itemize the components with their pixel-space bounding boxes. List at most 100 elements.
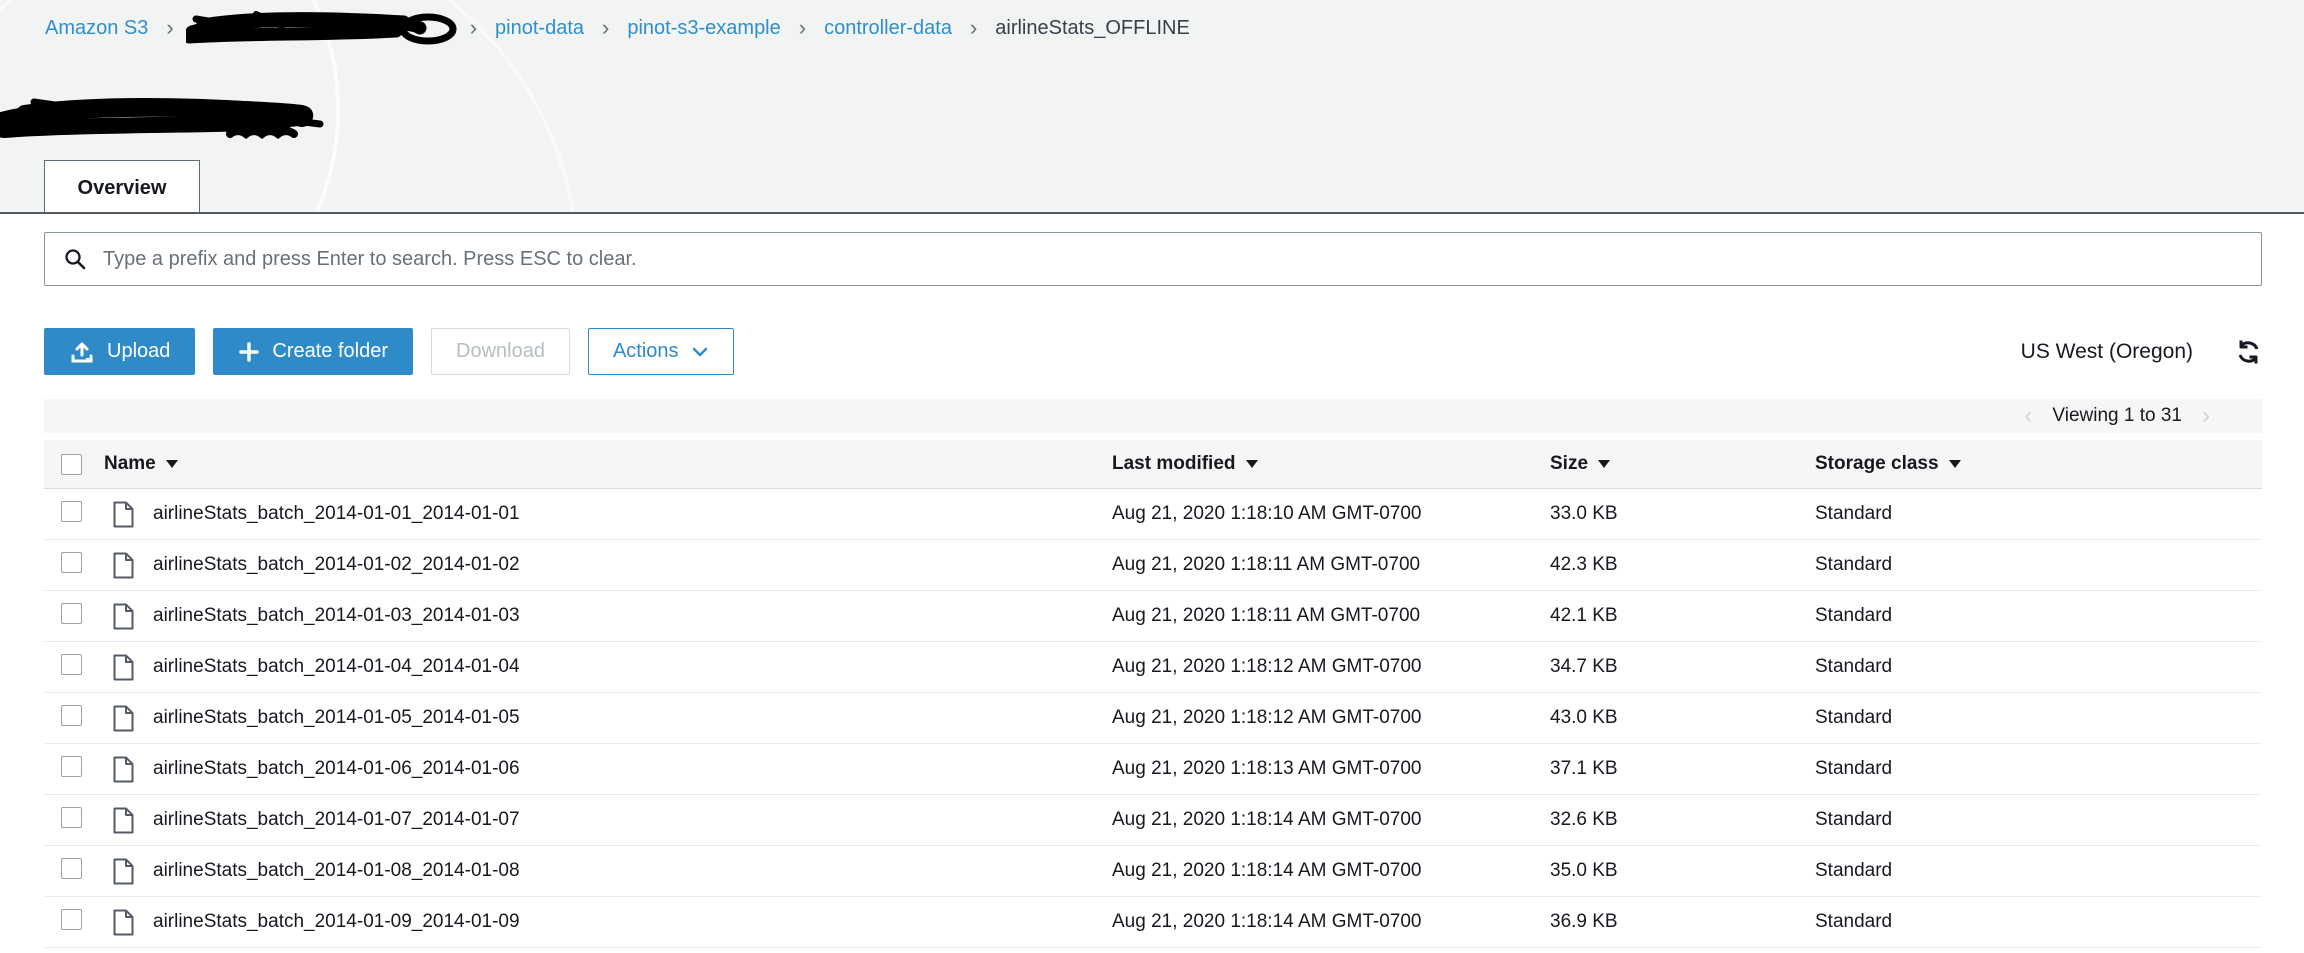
size-cell: 43.0 KB	[1550, 707, 1815, 729]
region-area: US West (Oregon)	[2021, 339, 2262, 365]
name-cell: airlineStats_batch_2014-01-07_2014-01-07	[104, 807, 1112, 834]
table-row[interactable]: airlineStats_batch_2014-01-09_2014-01-09…	[44, 897, 2262, 948]
size-cell: 42.3 KB	[1550, 554, 1815, 576]
object-name[interactable]: airlineStats_batch_2014-01-07_2014-01-07	[153, 809, 520, 831]
file-icon	[112, 858, 135, 885]
name-cell: airlineStats_batch_2014-01-08_2014-01-08	[104, 858, 1112, 885]
storage-class-cell: Standard	[1815, 758, 2262, 780]
table-row[interactable]: airlineStats_batch_2014-01-08_2014-01-08…	[44, 846, 2262, 897]
actions-button[interactable]: Actions	[588, 328, 734, 375]
column-header-name-label: Name	[104, 453, 156, 475]
main-content: Upload Create folder Download Actions	[0, 232, 2304, 948]
object-name[interactable]: airlineStats_batch_2014-01-02_2014-01-02	[153, 554, 520, 576]
create-folder-button[interactable]: Create folder	[213, 328, 413, 375]
breadcrumb-amazon-s3[interactable]: Amazon S3	[45, 17, 148, 40]
table-row[interactable]: airlineStats_batch_2014-01-07_2014-01-07…	[44, 795, 2262, 846]
storage-class-cell: Standard	[1815, 809, 2262, 831]
row-checkbox[interactable]	[61, 807, 82, 828]
breadcrumb-controller-data[interactable]: controller-data	[824, 17, 952, 40]
pagination-prev-button[interactable]: ‹	[2024, 404, 2032, 428]
breadcrumb-separator: ›	[797, 15, 808, 41]
storage-class-cell: Standard	[1815, 605, 2262, 627]
size-cell: 32.6 KB	[1550, 809, 1815, 831]
file-icon	[112, 807, 135, 834]
size-cell: 34.7 KB	[1550, 656, 1815, 678]
redacted-page-title-scribble	[0, 88, 324, 144]
row-checkbox[interactable]	[61, 552, 82, 573]
download-button[interactable]: Download	[431, 328, 570, 375]
column-header-storage-class-label: Storage class	[1815, 453, 1939, 475]
file-icon	[112, 909, 135, 936]
last-modified-cell: Aug 21, 2020 1:18:14 AM GMT-0700	[1112, 911, 1550, 933]
column-header-storage-class[interactable]: Storage class	[1815, 453, 2262, 475]
storage-class-cell: Standard	[1815, 503, 2262, 525]
refresh-button[interactable]	[2235, 339, 2262, 365]
row-checkbox-cell	[44, 909, 104, 936]
last-modified-cell: Aug 21, 2020 1:18:12 AM GMT-0700	[1112, 707, 1550, 729]
object-name[interactable]: airlineStats_batch_2014-01-01_2014-01-01	[153, 503, 520, 525]
last-modified-cell: Aug 21, 2020 1:18:14 AM GMT-0700	[1112, 860, 1550, 882]
size-cell: 37.1 KB	[1550, 758, 1815, 780]
toolbar-buttons: Upload Create folder Download Actions	[44, 328, 734, 375]
upload-button[interactable]: Upload	[44, 328, 195, 375]
tab-overview-label: Overview	[78, 177, 167, 200]
table-row[interactable]: airlineStats_batch_2014-01-06_2014-01-06…	[44, 744, 2262, 795]
storage-class-cell: Standard	[1815, 860, 2262, 882]
tab-overview[interactable]: Overview	[44, 160, 200, 212]
pagination-viewing-text: Viewing 1 to 31	[2052, 405, 2182, 427]
select-all-checkbox[interactable]	[61, 454, 82, 475]
row-checkbox[interactable]	[61, 705, 82, 726]
object-list: airlineStats_batch_2014-01-01_2014-01-01…	[44, 489, 2262, 948]
object-name[interactable]: airlineStats_batch_2014-01-09_2014-01-09	[153, 911, 520, 933]
plus-icon	[238, 341, 260, 363]
row-checkbox[interactable]	[61, 909, 82, 930]
file-icon	[112, 603, 135, 630]
breadcrumb-pinot-data[interactable]: pinot-data	[495, 17, 584, 40]
table-header-row: Name Last modified Size Storage class	[44, 440, 2262, 489]
column-header-name[interactable]: Name	[104, 453, 1112, 475]
object-name[interactable]: airlineStats_batch_2014-01-04_2014-01-04	[153, 656, 520, 678]
row-checkbox[interactable]	[61, 501, 82, 522]
table-row[interactable]: airlineStats_batch_2014-01-01_2014-01-01…	[44, 489, 2262, 540]
size-cell: 42.1 KB	[1550, 605, 1815, 627]
name-cell: airlineStats_batch_2014-01-02_2014-01-02	[104, 552, 1112, 579]
table-row[interactable]: airlineStats_batch_2014-01-03_2014-01-03…	[44, 591, 2262, 642]
name-cell: airlineStats_batch_2014-01-06_2014-01-06	[104, 756, 1112, 783]
row-checkbox-cell	[44, 858, 104, 885]
row-checkbox[interactable]	[61, 654, 82, 675]
table-row[interactable]: airlineStats_batch_2014-01-04_2014-01-04…	[44, 642, 2262, 693]
page-header: Amazon S3 › › pinot-data › pinot-s3-exam…	[0, 0, 2304, 212]
region-label: US West (Oregon)	[2021, 340, 2193, 364]
sort-caret-icon	[1949, 460, 1961, 468]
storage-class-cell: Standard	[1815, 911, 2262, 933]
table-row[interactable]: airlineStats_batch_2014-01-05_2014-01-05…	[44, 693, 2262, 744]
object-name[interactable]: airlineStats_batch_2014-01-08_2014-01-08	[153, 860, 520, 882]
breadcrumb-separator: ›	[600, 15, 611, 41]
row-checkbox[interactable]	[61, 756, 82, 777]
last-modified-cell: Aug 21, 2020 1:18:13 AM GMT-0700	[1112, 758, 1550, 780]
file-icon	[112, 552, 135, 579]
pagination-next-button[interactable]: ›	[2202, 404, 2210, 428]
prefix-search-box[interactable]	[44, 232, 2262, 286]
column-header-last-modified[interactable]: Last modified	[1112, 453, 1550, 475]
breadcrumb-pinot-s3-example[interactable]: pinot-s3-example	[627, 17, 780, 40]
object-name[interactable]: airlineStats_batch_2014-01-06_2014-01-06	[153, 758, 520, 780]
name-cell: airlineStats_batch_2014-01-09_2014-01-09	[104, 909, 1112, 936]
row-checkbox[interactable]	[61, 603, 82, 624]
sort-caret-icon	[1598, 460, 1610, 468]
row-checkbox[interactable]	[61, 858, 82, 879]
size-cell: 33.0 KB	[1550, 503, 1815, 525]
column-header-last-modified-label: Last modified	[1112, 453, 1236, 475]
file-icon	[112, 705, 135, 732]
column-header-size[interactable]: Size	[1550, 453, 1815, 475]
search-input[interactable]	[103, 248, 2243, 271]
storage-class-cell: Standard	[1815, 707, 2262, 729]
table-row[interactable]: airlineStats_batch_2014-01-02_2014-01-02…	[44, 540, 2262, 591]
object-name[interactable]: airlineStats_batch_2014-01-05_2014-01-05	[153, 707, 520, 729]
search-icon	[63, 247, 87, 271]
object-name[interactable]: airlineStats_batch_2014-01-03_2014-01-03	[153, 605, 520, 627]
redacted-bucket-name-scribble	[186, 6, 458, 50]
tab-bar-divider	[0, 212, 2304, 214]
size-cell: 36.9 KB	[1550, 911, 1815, 933]
name-cell: airlineStats_batch_2014-01-05_2014-01-05	[104, 705, 1112, 732]
